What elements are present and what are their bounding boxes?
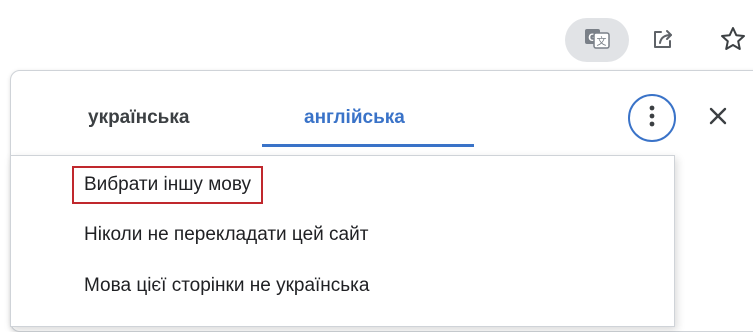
close-icon (708, 106, 728, 131)
menu-item-never-translate-site[interactable]: Ніколи не перекладати цей сайт (74, 217, 378, 253)
tab-target-language[interactable]: англійська (304, 106, 405, 130)
more-options-button[interactable] (628, 94, 676, 142)
menu-item-choose-another-language[interactable]: Вибрати іншу мову (72, 166, 264, 204)
tab-source-language[interactable]: українська (88, 106, 189, 130)
more-options-icon (649, 104, 655, 133)
svg-text:文: 文 (597, 35, 607, 48)
active-tab-indicator (262, 144, 474, 147)
translate-page-button[interactable]: G 文 (565, 18, 629, 62)
star-icon (719, 25, 747, 58)
translate-icon: G 文 (583, 27, 611, 54)
share-icon (650, 26, 676, 57)
bookmark-star-button[interactable] (711, 19, 753, 63)
browser-toolbar: G 文 (0, 0, 753, 63)
close-bubble-button[interactable] (700, 100, 736, 136)
share-page-button[interactable] (641, 19, 685, 63)
menu-item-page-not-in-language[interactable]: Мова цієї сторінки не українська (74, 268, 379, 304)
